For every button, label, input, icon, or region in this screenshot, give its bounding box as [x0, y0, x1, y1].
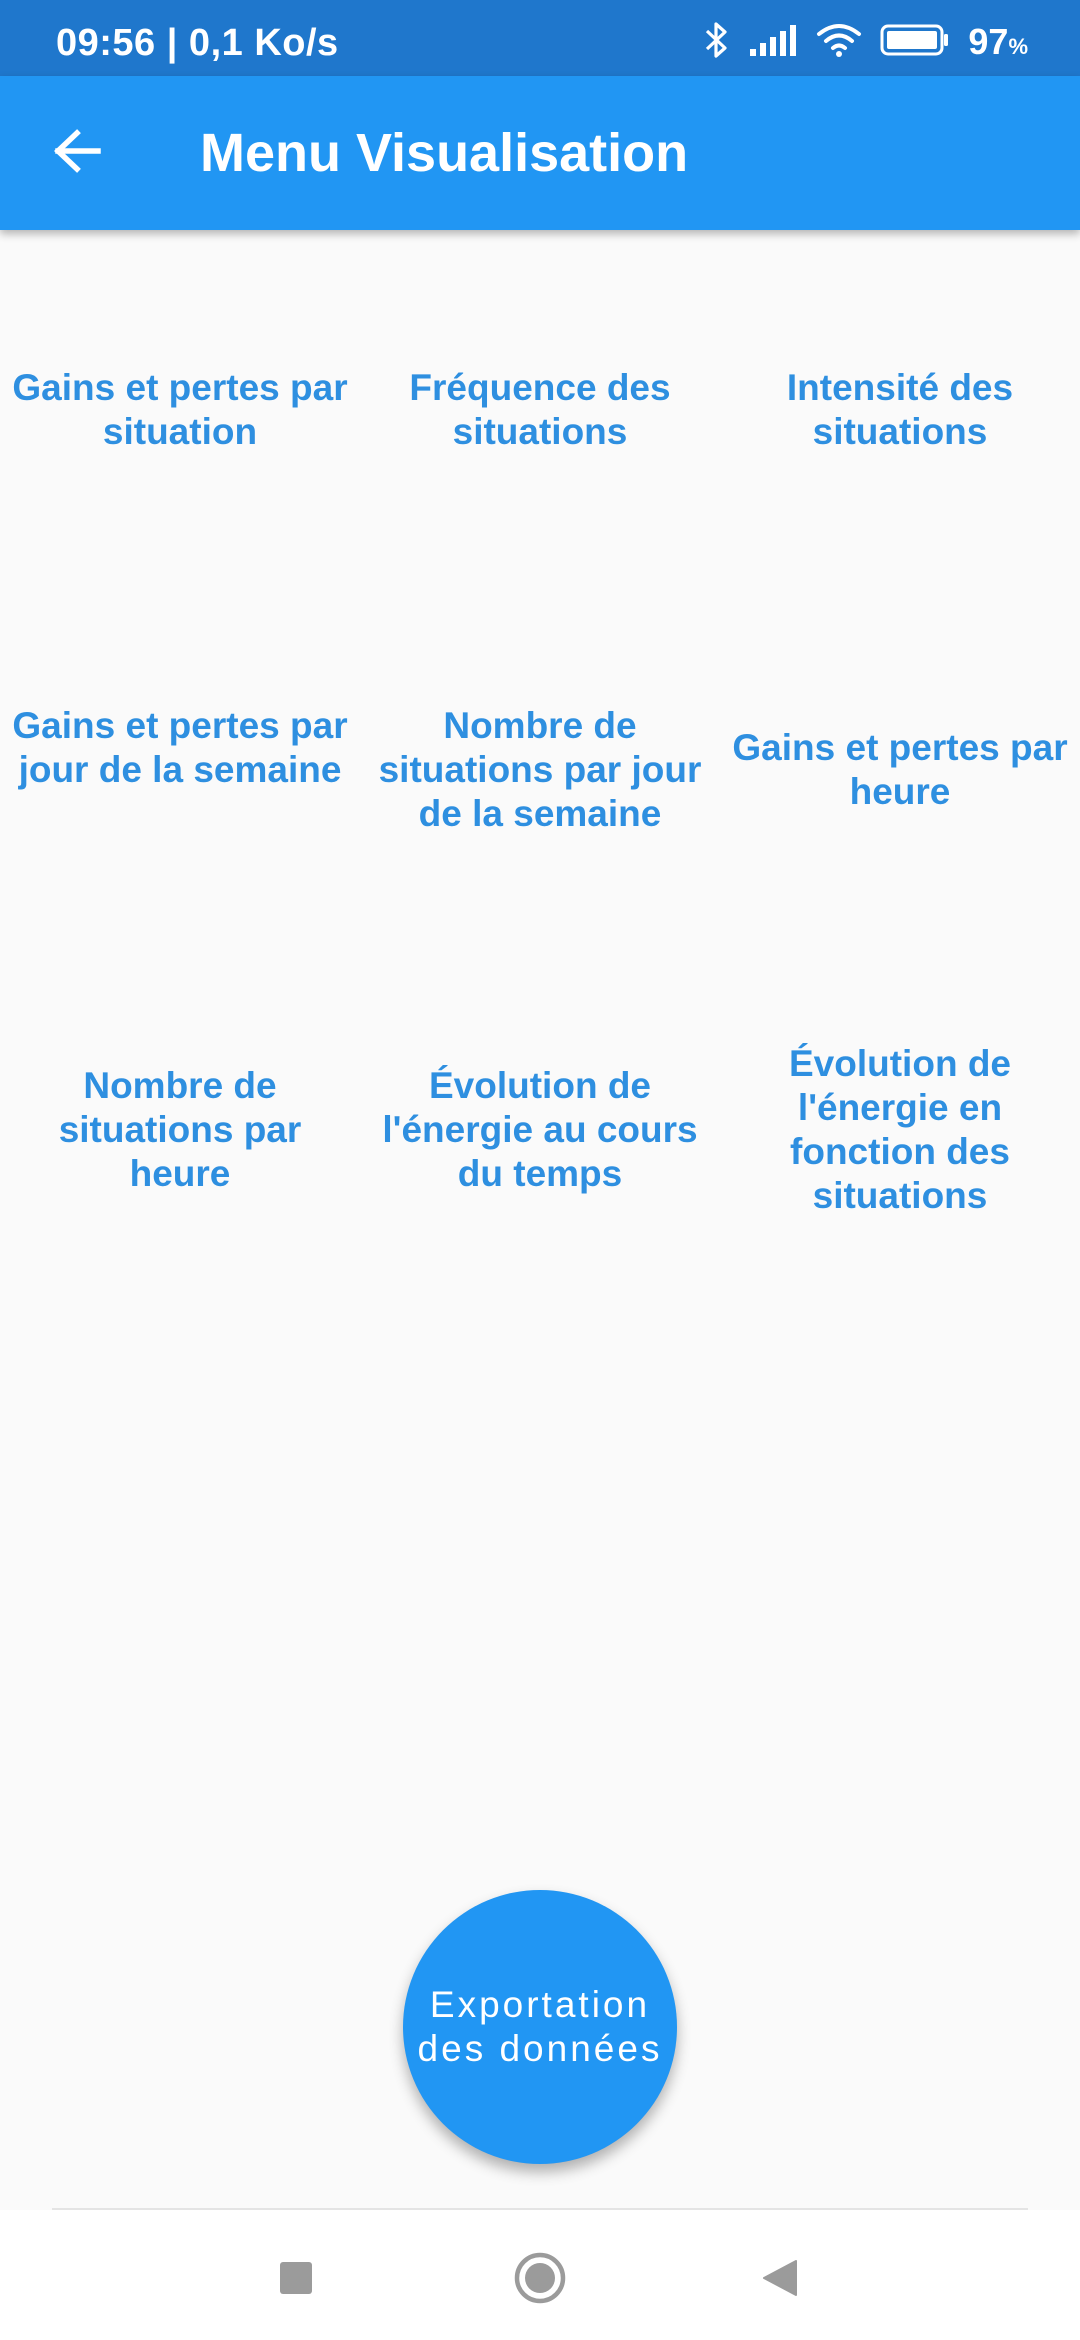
battery-unit: % [1008, 34, 1028, 59]
back-button[interactable] [38, 114, 116, 192]
wifi-icon [816, 22, 862, 63]
menu-item-frequence-situations[interactable]: Fréquence des situations [370, 366, 710, 454]
screen: 09:56 | 0,1 Ko/s 97% Menu Visualisation … [0, 0, 1080, 2340]
menu-item-nombre-situations-heure[interactable]: Nombre de situations par heure [10, 1064, 350, 1196]
signal-icon [748, 23, 798, 62]
menu-item-intensite-situations[interactable]: Intensité des situations [730, 366, 1070, 454]
menu-item-gains-pertes-jour[interactable]: Gains et pertes par jour de la semaine [10, 704, 350, 792]
page-title: Menu Visualisation [200, 123, 689, 183]
status-icons: 97% [704, 21, 1028, 64]
system-nav-bar [0, 2210, 1080, 2340]
menu-item-gains-pertes-heure[interactable]: Gains et pertes par heure [730, 726, 1070, 814]
menu-item-evolution-energie-temps[interactable]: Évolution de l'énergie au cours du temps [370, 1064, 710, 1196]
battery-icon [880, 23, 950, 62]
status-time-speed: 09:56 | 0,1 Ko/s [56, 22, 339, 64]
home-button[interactable] [500, 2240, 580, 2320]
back-triangle-icon [760, 2258, 800, 2303]
menu-item-evolution-energie-situations[interactable]: Évolution de l'énergie en fonction des s… [730, 1042, 1070, 1218]
battery-percentage: 97% [968, 21, 1028, 63]
bluetooth-icon [704, 21, 730, 64]
export-data-label: Exportation des données [417, 1984, 663, 2069]
recents-square-icon [278, 2260, 314, 2301]
arrow-left-icon [53, 128, 101, 178]
menu-item-gains-pertes-situation[interactable]: Gains et pertes par situation [10, 366, 350, 454]
home-circle-icon [513, 2251, 567, 2310]
menu-item-nombre-situations-jour[interactable]: Nombre de situations par jour de la sema… [370, 704, 710, 836]
status-bar: 09:56 | 0,1 Ko/s 97% [0, 0, 1080, 76]
battery-value: 97 [968, 21, 1009, 62]
recents-button[interactable] [256, 2240, 336, 2320]
export-data-button[interactable]: Exportation des données [403, 1890, 677, 2164]
app-bar: Menu Visualisation [0, 76, 1080, 230]
system-back-button[interactable] [740, 2240, 820, 2320]
